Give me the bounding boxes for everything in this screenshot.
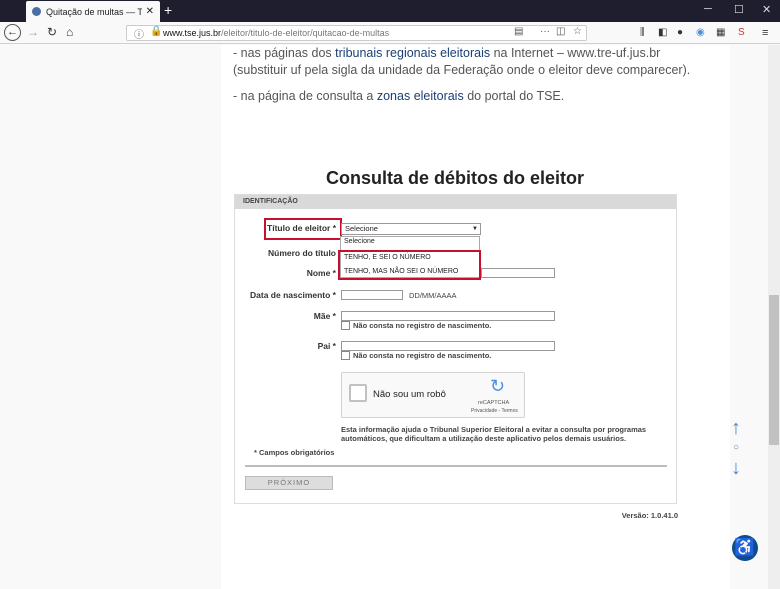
required-note: * Campos obrigatórios: [254, 448, 335, 457]
back-arrow-icon[interactable]: ←: [4, 24, 21, 41]
recaptcha-label: Não sou um robô: [373, 389, 446, 400]
minimize-icon[interactable]: ─: [704, 3, 712, 15]
new-tab-icon[interactable]: +: [164, 2, 172, 18]
library-icon[interactable]: ⫼: [640, 25, 645, 41]
extension-s-icon[interactable]: S: [738, 25, 745, 41]
account-icon[interactable]: ●: [677, 25, 683, 41]
scroll-arrows[interactable]: ↑ ○ ↓: [726, 418, 746, 478]
recaptcha-links[interactable]: Privacidade - Termos: [471, 408, 518, 414]
url-domain: www.tse.jus.br: [163, 28, 222, 38]
paragraph-tre: - nas páginas dos tribunais regionais el…: [233, 45, 703, 79]
mae-nao-consta-label: Não consta no registro de nascimento.: [353, 321, 492, 330]
bookmark-star-icon[interactable]: ☆: [573, 26, 582, 37]
nome-input[interactable]: [481, 268, 555, 278]
scrollbar-thumb[interactable]: [769, 295, 779, 445]
paragraph-zonas: - na página de consulta a zonas eleitora…: [233, 88, 703, 105]
form-heading: Consulta de débitos do eleitor: [325, 168, 585, 188]
pocket-icon[interactable]: ◫: [556, 26, 565, 37]
recaptcha-logo-icon: ↻: [490, 376, 506, 396]
accessibility-icon[interactable]: ♿: [732, 535, 758, 561]
arrow-down-icon[interactable]: ↓: [726, 458, 746, 478]
home-icon[interactable]: ⌂: [66, 24, 73, 40]
nascimento-input[interactable]: [341, 290, 403, 300]
close-tab-icon[interactable]: ✕: [146, 6, 154, 17]
nascimento-label: Data de nascimento *: [250, 290, 336, 300]
reader-view-icon[interactable]: ▤: [514, 26, 523, 37]
version-text: Versão: 1.0.41.0: [621, 511, 678, 520]
options-highlight-box: [338, 250, 481, 280]
arrow-up-icon[interactable]: ↑: [726, 418, 746, 438]
para2-text-end: do portal do TSE.: [463, 89, 565, 103]
extension-grid-icon[interactable]: ▦: [716, 25, 725, 41]
option-selecione[interactable]: Selecione: [341, 237, 479, 247]
next-button[interactable]: PRÓXIMO: [245, 476, 333, 490]
section-header: IDENTIFICAÇÃO: [235, 195, 676, 209]
para1-text: - nas páginas dos: [233, 46, 336, 60]
maximize-icon[interactable]: ☐: [734, 3, 744, 16]
mae-nao-consta-checkbox[interactable]: [341, 321, 350, 330]
titulo-label: Título de eleitor *: [267, 223, 336, 233]
para2-text: - na página de consulta a: [233, 89, 377, 103]
numero-label: Número do título: [268, 248, 336, 258]
nome-label: Nome *: [306, 268, 336, 278]
reload-icon[interactable]: ↻: [47, 24, 57, 40]
info-text: Esta informação ajuda o Tribunal Superio…: [341, 425, 647, 443]
browser-tab[interactable]: Quitação de multas — Tribunal ✕: [26, 1, 160, 22]
recaptcha-brand: reCAPTCHA: [478, 400, 510, 406]
tab-title: Quitação de multas — Tribunal: [46, 6, 142, 17]
pai-label: Pai *: [317, 341, 336, 351]
mae-input[interactable]: [341, 311, 555, 321]
page-actions-icon[interactable]: ···: [540, 26, 550, 37]
recaptcha-checkbox[interactable]: [349, 384, 367, 402]
url-path: /eleitor/titulo-de-eleitor/quitacao-de-m…: [221, 28, 390, 38]
mae-label: Mãe *: [313, 311, 336, 321]
dot-icon: ○: [732, 442, 740, 453]
tribunais-link[interactable]: tribunais regionais eleitorais: [335, 46, 490, 60]
divider: [245, 465, 667, 467]
forward-arrow-icon[interactable]: →: [27, 24, 39, 40]
insecure-lock-icon[interactable]: 🔒: [150, 26, 162, 37]
pai-input[interactable]: [341, 341, 555, 351]
select-value: Selecione: [345, 224, 378, 233]
titulo-select[interactable]: Selecione ▼: [341, 223, 481, 235]
extension-icon[interactable]: ◉: [696, 25, 705, 41]
close-window-icon[interactable]: ✕: [762, 3, 771, 16]
tse-favicon-icon: [32, 7, 41, 16]
zonas-link[interactable]: zonas eleitorais: [377, 89, 464, 103]
info-icon[interactable]: ⓘ: [134, 26, 144, 41]
pai-nao-consta-checkbox[interactable]: [341, 351, 350, 360]
date-hint: DD/MM/AAAA: [409, 291, 457, 300]
sidebar-icon[interactable]: ◧: [658, 25, 667, 41]
chevron-down-icon: ▼: [472, 226, 478, 232]
menu-icon[interactable]: ≡: [762, 25, 768, 41]
pai-nao-consta-label: Não consta no registro de nascimento.: [353, 351, 492, 360]
